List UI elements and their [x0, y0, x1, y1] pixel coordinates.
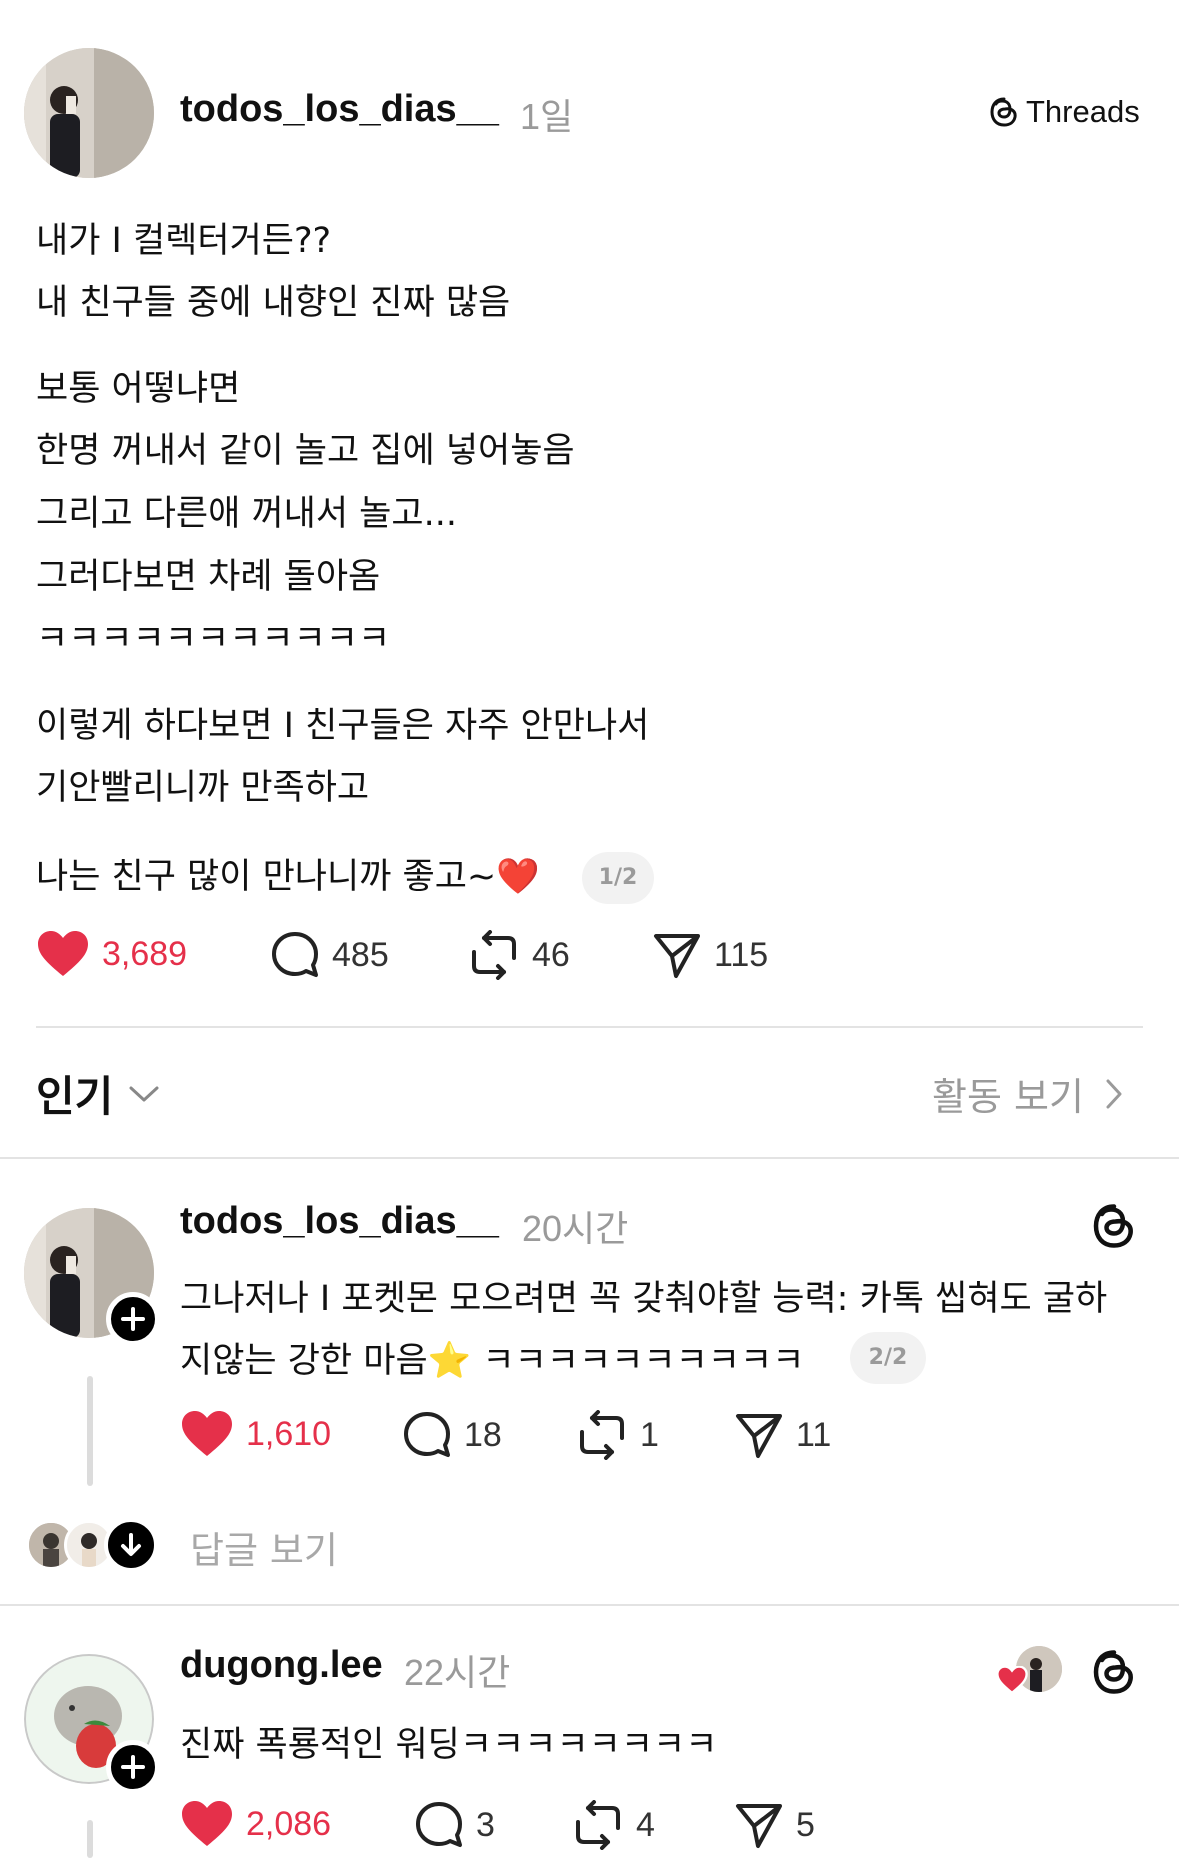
- post-line-7: ㅋㅋㅋㅋㅋㅋㅋㅋㅋㅋㅋ: [36, 619, 391, 659]
- reply-text-line-2-start: 지않는 강한 마음: [180, 1341, 428, 1381]
- repost-icon: [580, 1410, 624, 1460]
- repost-icon: [472, 930, 516, 980]
- share-button[interactable]: 115: [652, 930, 768, 980]
- comment-icon: [404, 1412, 450, 1457]
- like-button[interactable]: 3,689: [36, 930, 187, 978]
- post-line-2: 내 친구들 중에 내향인 진짜 많음: [36, 283, 511, 323]
- liked-heart-icon: [996, 1666, 1028, 1694]
- repost-button[interactable]: 46: [468, 930, 570, 980]
- reply2-comment-button[interactable]: 3: [414, 1800, 495, 1850]
- sort-label: 인기: [36, 1072, 114, 1121]
- threads-logo-label: Threads: [1026, 94, 1140, 129]
- share-icon: [736, 1804, 782, 1848]
- repost-icon: [576, 1800, 620, 1850]
- post-line-6: 그러다보면 차례 돌아옴: [36, 557, 381, 597]
- reply-text-line-2: 지않는 강한 마음⭐ ㅋㅋㅋㅋㅋㅋㅋㅋㅋㅋ: [180, 1332, 804, 1383]
- reply2-time: 22시간: [404, 1652, 511, 1693]
- reply-like-button[interactable]: 1,610: [180, 1410, 331, 1458]
- heart-filled-icon: [182, 1801, 232, 1846]
- threads-logo-icon: [988, 96, 1020, 128]
- view-replies-link[interactable]: 답글 보기: [190, 1520, 338, 1574]
- chevron-right-icon: [1106, 1079, 1122, 1108]
- reply-username[interactable]: todos_los_dias__: [180, 1200, 499, 1243]
- thread2-connector-line: [87, 1820, 93, 1858]
- reply-pager: 2/2: [850, 1332, 926, 1384]
- comment-count: 485: [332, 935, 389, 974]
- reply-share-count: 11: [796, 1415, 832, 1454]
- sort-divider: [0, 1157, 1179, 1159]
- post-line-8: 이렇게 하다보면 I 친구들은 자주 안만나서: [36, 706, 650, 746]
- share-icon: [654, 934, 700, 978]
- post-line-10: 나는 친구 많이 만나니까 좋고~❤️: [36, 848, 540, 899]
- reply-repost-count: 1: [640, 1415, 659, 1454]
- reply2-share-button[interactable]: 5: [734, 1800, 815, 1850]
- reply2-like-count: 2,086: [246, 1804, 332, 1843]
- reply-share-button[interactable]: 11: [734, 1410, 831, 1460]
- heart-filled-icon: [38, 931, 88, 976]
- comment-button[interactable]: 485: [270, 930, 389, 980]
- comment-icon: [416, 1802, 462, 1847]
- view-activity-link[interactable]: 활동 보기: [932, 1066, 1126, 1121]
- share-count: 115: [714, 935, 769, 974]
- threads-icon[interactable]: [1090, 1648, 1138, 1696]
- repost-count: 46: [532, 935, 570, 974]
- reply-divider: [0, 1604, 1179, 1606]
- reply-text-line-2-end: ㅋㅋㅋㅋㅋㅋㅋㅋㅋㅋ: [482, 1341, 805, 1381]
- reply2-follow-button[interactable]: [106, 1740, 160, 1794]
- reply2-text-line-1: 진짜 폭룡적인 워딩ㅋㅋㅋㅋㅋㅋㅋㅋ: [180, 1725, 718, 1765]
- author-avatar[interactable]: [24, 48, 154, 178]
- replier-avatars: [26, 1518, 158, 1572]
- threads-icon[interactable]: [1090, 1202, 1138, 1250]
- reply2-share-count: 5: [796, 1805, 815, 1844]
- post-divider: [36, 1026, 1143, 1028]
- star-emoji: ⭐: [427, 1341, 472, 1381]
- reply2-repost-count: 4: [636, 1805, 655, 1844]
- heart-emoji: ❤️: [496, 857, 540, 897]
- post-pager: 1/2: [582, 852, 654, 904]
- plus-icon: [121, 1755, 145, 1779]
- reply2-repost-button[interactable]: 4: [572, 1800, 655, 1850]
- view-activity-label: 활동 보기: [932, 1075, 1084, 1119]
- post-line-9: 기안빨리니까 만족하고: [36, 768, 370, 808]
- post-line-10-text: 나는 친구 많이 만나니까 좋고~: [36, 857, 497, 897]
- sort-dropdown[interactable]: 인기: [36, 1063, 161, 1124]
- expand-replies-icon[interactable]: [104, 1518, 158, 1572]
- reply-like-count: 1,610: [246, 1414, 332, 1453]
- threads-logo-link[interactable]: Threads: [988, 94, 1140, 130]
- reply2-like-button[interactable]: 2,086: [180, 1800, 331, 1848]
- thread-connector-line: [87, 1376, 93, 1486]
- comment-icon: [272, 932, 318, 977]
- chevron-down-icon: [129, 1086, 159, 1101]
- reply-repost-button[interactable]: 1: [576, 1410, 659, 1460]
- reply2-username[interactable]: dugong.lee: [180, 1644, 383, 1687]
- plus-icon: [121, 1307, 145, 1331]
- reply-time: 20시간: [522, 1208, 629, 1249]
- post-time: 1일: [520, 96, 574, 137]
- share-icon: [736, 1414, 782, 1458]
- post-line-4: 한명 꺼내서 같이 놀고 집에 넣어놓음: [36, 431, 575, 471]
- heart-filled-icon: [182, 1411, 232, 1456]
- follow-button[interactable]: [106, 1292, 160, 1346]
- author-liked-badge: [996, 1646, 1066, 1696]
- reply-text-line-1: 그나저나 I 포켓몬 모으려면 꼭 갖춰야할 능력: 카톡 씹혀도 굴하: [180, 1279, 1108, 1319]
- post-line-1: 내가 I 컬렉터거든??: [36, 221, 332, 261]
- author-username[interactable]: todos_los_dias__: [180, 88, 499, 131]
- post-line-3: 보통 어떻냐면: [36, 369, 241, 409]
- post-line-5: 그리고 다른애 꺼내서 놀고...: [36, 494, 457, 534]
- like-count: 3,689: [102, 934, 188, 973]
- reply-comment-count: 18: [464, 1415, 502, 1454]
- reply2-comment-count: 3: [476, 1805, 495, 1844]
- reply-comment-button[interactable]: 18: [402, 1410, 502, 1460]
